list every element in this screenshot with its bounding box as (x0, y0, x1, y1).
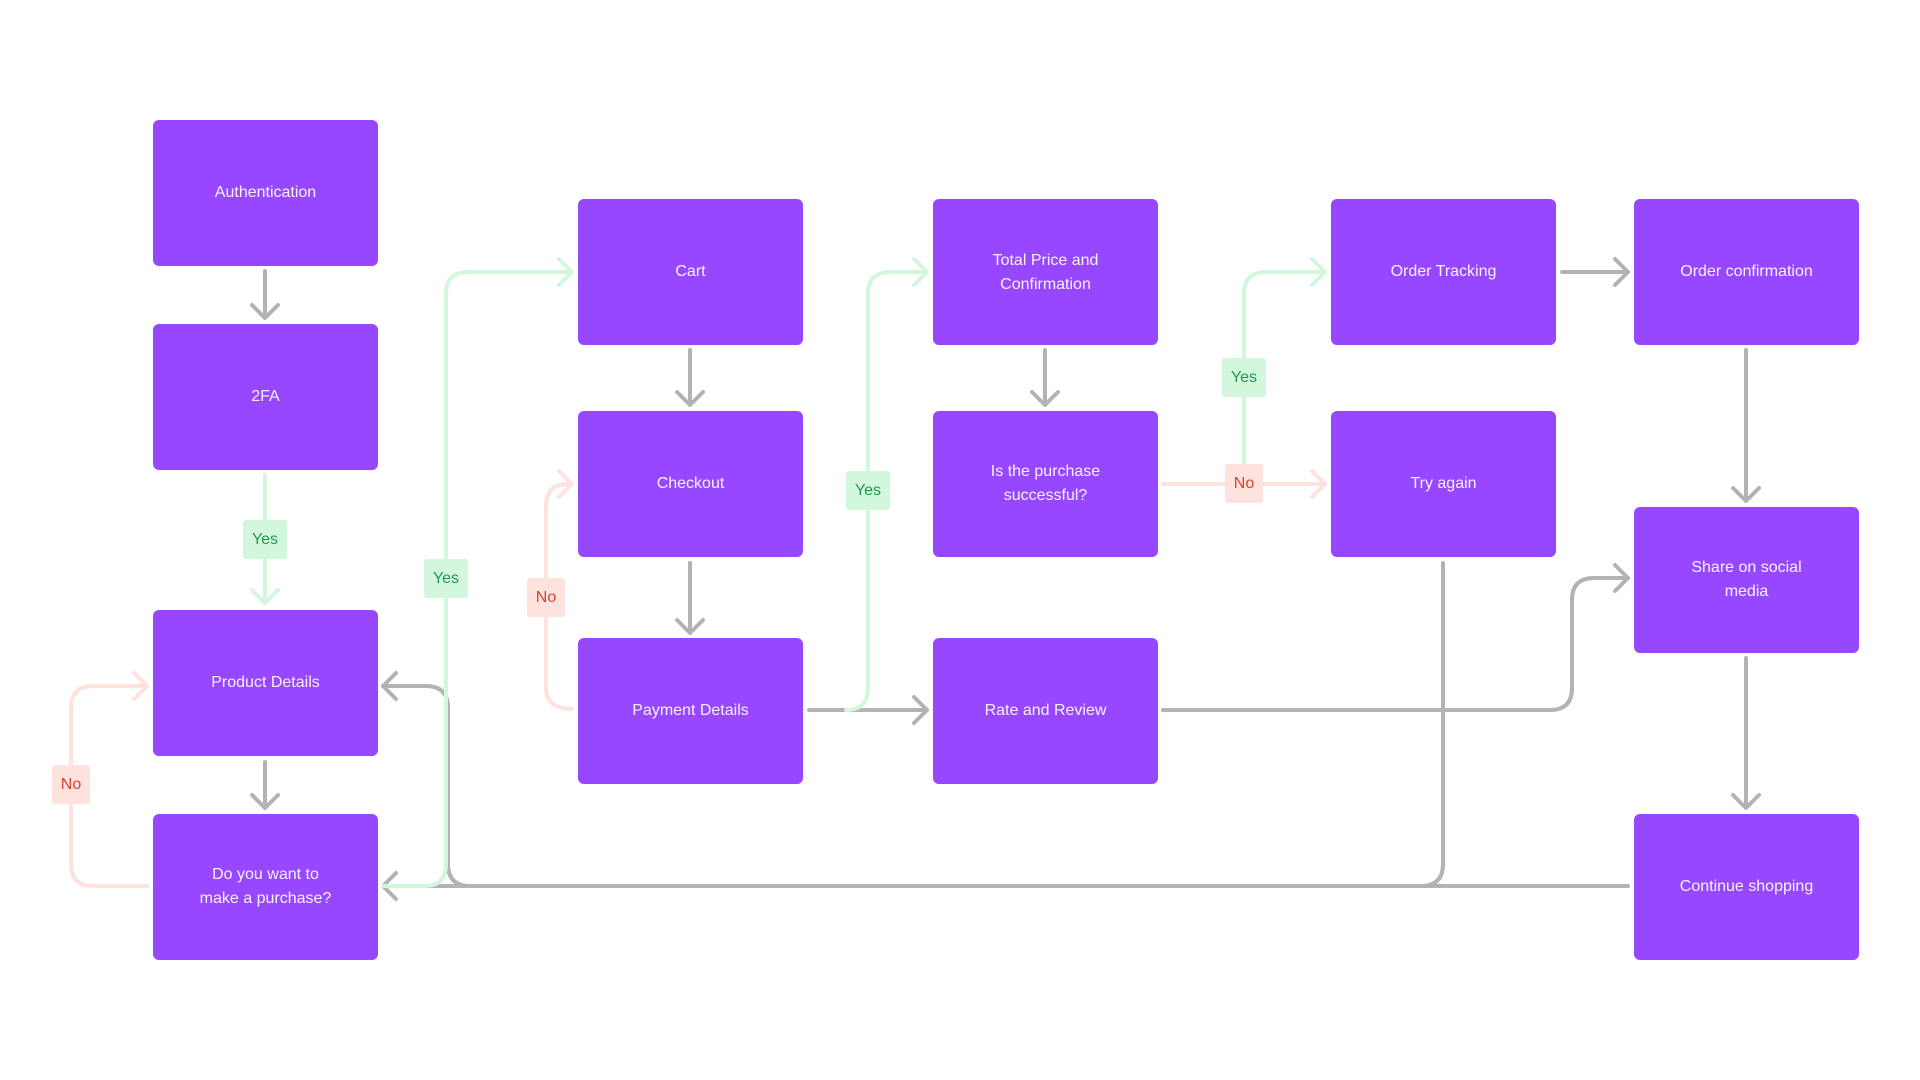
edge-continue-to-product (381, 671, 472, 888)
edge-rate-to-share (1161, 563, 1630, 712)
node-payment-details[interactable]: Payment Details (578, 638, 803, 784)
edge-checkout-to-payment (675, 561, 705, 635)
edge-total-to-success (1030, 348, 1060, 407)
flowchart-canvas: Authentication 2FA Product Details Do yo… (0, 0, 1920, 1080)
node-label: Product Details (211, 674, 320, 691)
edge-label-purchase-yes: Yes (424, 559, 468, 598)
node-order-confirmation[interactable]: Order confirmation (1634, 199, 1859, 345)
node-rate-and-review[interactable]: Rate and Review (933, 638, 1158, 784)
edge-label-2fa-yes: Yes (243, 520, 287, 559)
node-try-again[interactable]: Try again (1331, 411, 1556, 557)
edge-label-payment-yes: Yes (846, 471, 890, 510)
node-label: 2FA (251, 388, 280, 405)
edge-label-purchase-no: No (52, 765, 90, 804)
node-label: Is the purchase successful? (990, 463, 1101, 504)
edge-tryagain-to-purchase (1419, 561, 1445, 888)
node-share-social-media[interactable]: Share on social media (1634, 507, 1859, 653)
node-label: Share on social media (1691, 559, 1802, 600)
node-label: Payment Details (632, 702, 749, 719)
edge-share-to-continue (1731, 656, 1761, 810)
node-continue-shopping[interactable]: Continue shopping (1634, 814, 1859, 960)
edge-cart-to-checkout (675, 348, 705, 407)
node-order-tracking[interactable]: Order Tracking (1331, 199, 1556, 345)
node-authentication[interactable]: Authentication (153, 120, 378, 266)
edge-auth-to-2fa (250, 269, 280, 320)
node-product-details[interactable]: Product Details (153, 610, 378, 756)
node-label: Total Price and Confirmation (992, 252, 1099, 293)
edge-payment-to-rate (807, 695, 929, 725)
edge-label-success-yes: Yes (1222, 358, 1266, 397)
edge-label-success-no: No (1225, 464, 1263, 503)
node-label: Do you want to make a purchase? (199, 866, 332, 907)
edge-confirmation-to-share (1731, 348, 1761, 503)
node-label: Order Tracking (1390, 263, 1497, 280)
node-total-price-confirmation[interactable]: Total Price and Confirmation (933, 199, 1158, 345)
node-label: Authentication (214, 184, 317, 201)
edge-tracking-to-confirmation (1560, 257, 1630, 287)
edge-label-payment-no: No (527, 578, 565, 617)
node-label: Checkout (656, 475, 725, 492)
node-label: Cart (675, 263, 706, 280)
node-label: Rate and Review (984, 702, 1107, 719)
edge-purchase-yes (381, 257, 574, 888)
node-cart[interactable]: Cart (578, 199, 803, 345)
node-purchase-successful-decision[interactable]: Is the purchase successful? (933, 411, 1158, 557)
node-checkout[interactable]: Checkout (578, 411, 803, 557)
node-label: Continue shopping (1679, 878, 1814, 895)
edge-product-to-purchase (250, 760, 280, 810)
node-make-purchase-decision[interactable]: Do you want to make a purchase? (153, 814, 378, 960)
node-label: Order confirmation (1680, 263, 1813, 280)
edge-continue-to-purchase (381, 871, 1630, 901)
node-2fa[interactable]: 2FA (153, 324, 378, 470)
node-label: Try again (1410, 475, 1477, 492)
